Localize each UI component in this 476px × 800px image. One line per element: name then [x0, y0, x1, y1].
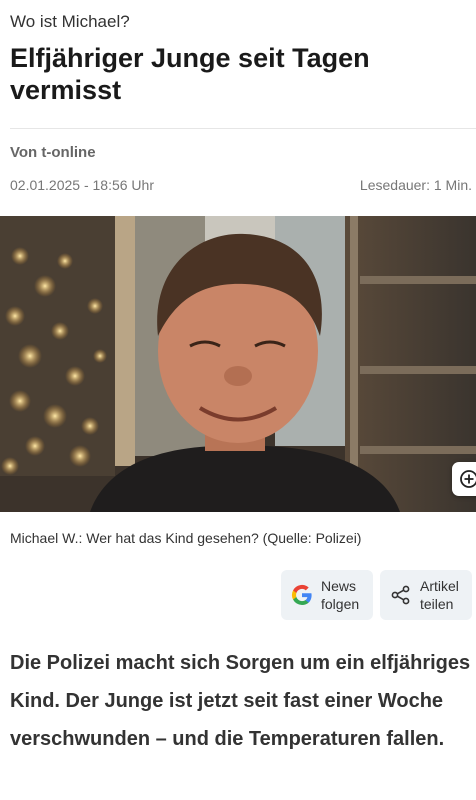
image-caption: Michael W.: Wer hat das Kind gesehen? (Q…: [10, 530, 362, 546]
news-follow-line2: folgen: [321, 596, 360, 612]
header-divider: [10, 128, 476, 129]
photo-illustration: [0, 216, 476, 512]
article-photo[interactable]: [0, 216, 476, 512]
read-time: Lesedauer: 1 Min.: [359, 177, 472, 193]
article-lead: Die Polizei macht sich Sorgen um ein elf…: [10, 652, 471, 750]
share-article-button[interactable]: Artikel teilen: [380, 570, 472, 620]
article-date: 02.01.2025 - 18:56 Uhr: [10, 177, 154, 193]
zoom-in-icon: [460, 470, 476, 488]
zoom-button[interactable]: [452, 462, 476, 496]
share-article-label: Artikel teilen: [420, 577, 459, 613]
article-author[interactable]: Von t-online: [10, 144, 96, 161]
google-icon: [289, 582, 315, 608]
news-follow-button[interactable]: News folgen: [281, 570, 373, 620]
news-follow-line1: News: [321, 578, 357, 594]
article-kicker: Wo ist Michael?: [10, 12, 130, 31]
article-headline: Elfjähriger Junge seit Tagen vermisst: [10, 43, 370, 105]
share-line1: Artikel: [420, 578, 459, 594]
share-icon: [388, 582, 414, 608]
news-follow-label: News folgen: [321, 577, 359, 613]
share-line2: teilen: [420, 596, 454, 612]
